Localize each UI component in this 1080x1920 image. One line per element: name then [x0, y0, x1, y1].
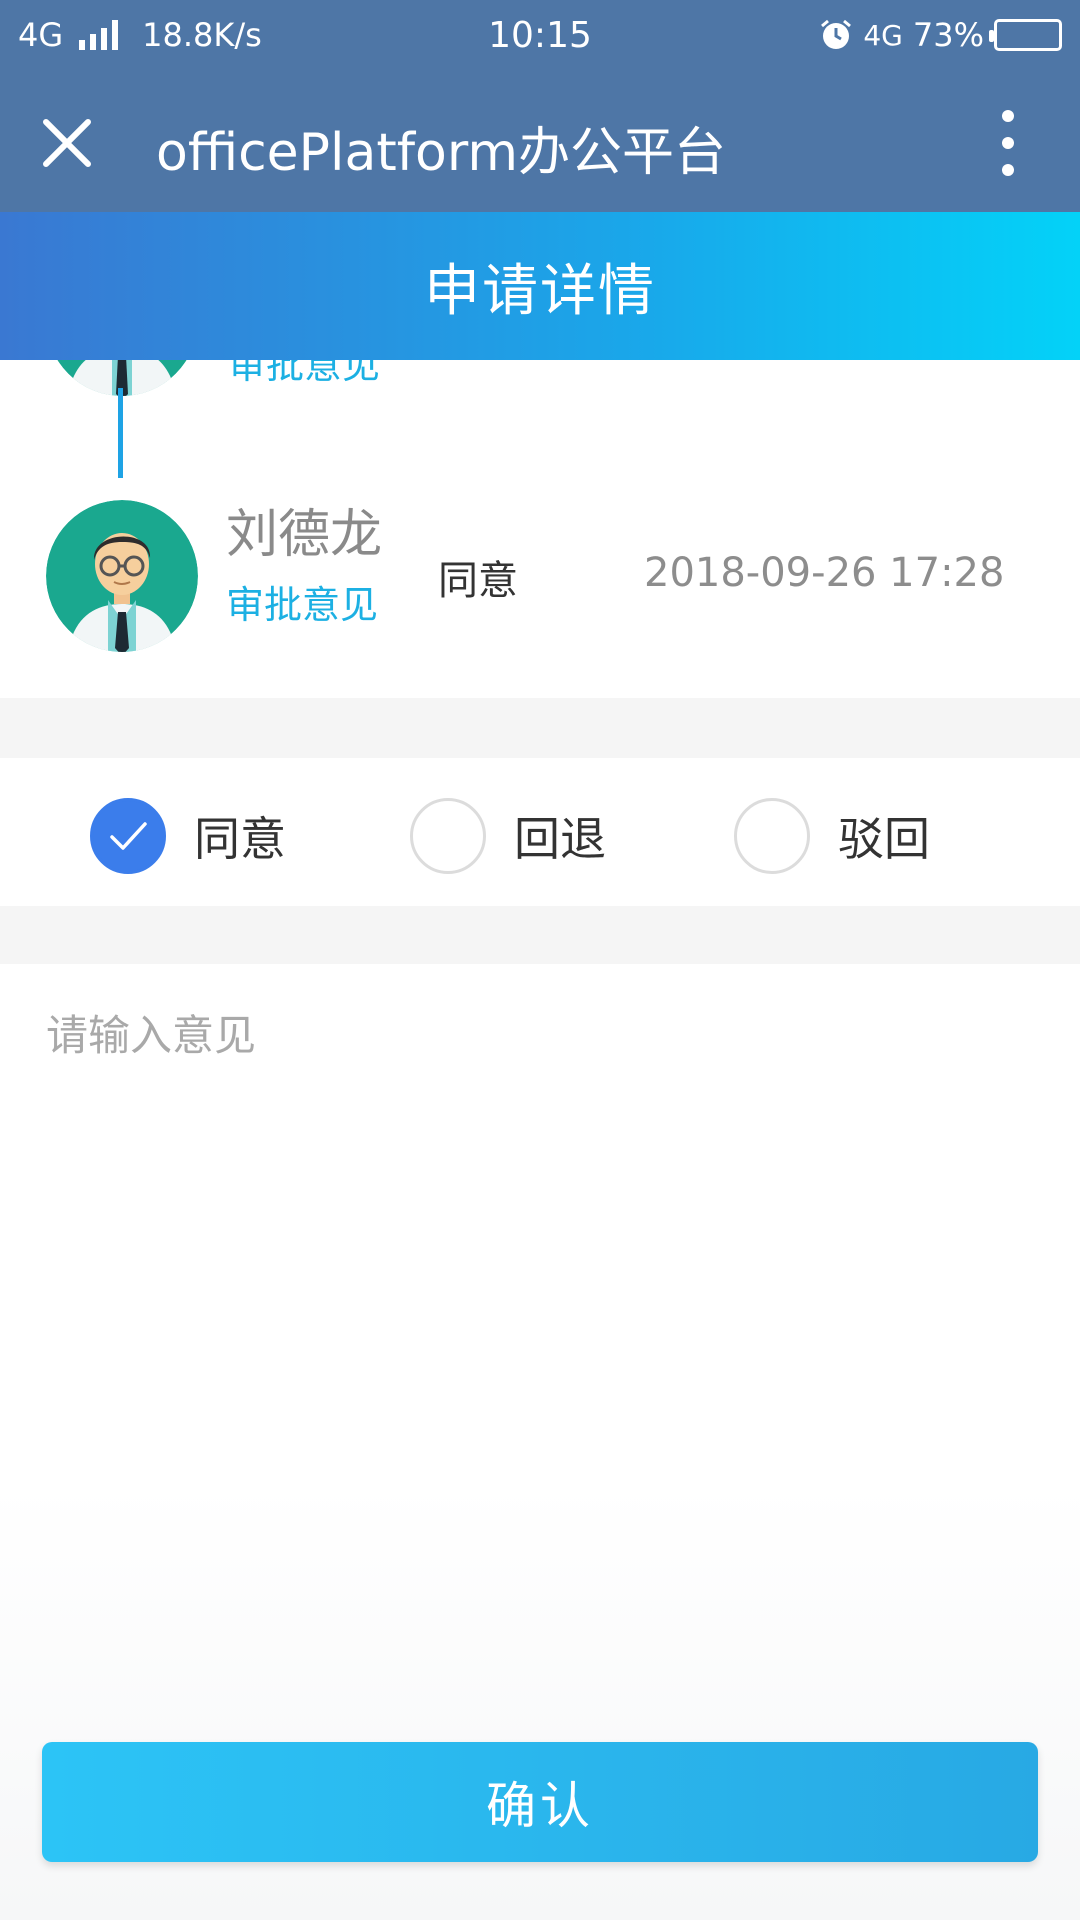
radio-unchecked-icon[interactable] — [734, 798, 810, 874]
battery-percent: 73% — [912, 16, 984, 54]
status-right: 4G 73% — [819, 16, 1062, 54]
network-speed: 18.8K/s — [142, 16, 262, 54]
avatar — [46, 500, 198, 652]
status-left: 4G 18.8K/s — [18, 16, 262, 54]
status-bar: 4G 18.8K/s 10:15 4G 73% — [0, 0, 1080, 70]
more-dot-icon — [1002, 164, 1014, 176]
page-title: 申请详情 — [424, 258, 656, 324]
comment-section — [0, 964, 1080, 1484]
battery-icon — [989, 19, 1062, 51]
radio-unchecked-icon[interactable] — [410, 798, 486, 874]
approval-opinion-value: 同意 — [438, 558, 518, 604]
close-icon — [43, 119, 91, 167]
approver-name: 刘德龙 — [226, 505, 383, 565]
checkmark-icon — [110, 822, 147, 850]
radio-return[interactable]: 回退 — [410, 798, 606, 874]
network-type: 4G — [18, 16, 64, 54]
approval-timestamp: 2018-09-26 17:28 — [644, 550, 1005, 596]
page-header: 申请详情 — [0, 212, 1080, 360]
alarm-icon — [821, 19, 852, 49]
radio-checked-icon[interactable] — [90, 798, 166, 874]
more-options-button[interactable] — [996, 110, 1020, 176]
decision-options: 同意 回退 驳回 — [0, 758, 1080, 906]
approval-opinion-label: 审批意见 — [226, 583, 379, 627]
network-type-2: 4G — [863, 18, 903, 52]
radio-reject-label: 驳回 — [838, 812, 930, 866]
radio-agree[interactable]: 同意 — [90, 798, 286, 874]
doctor-avatar-icon — [46, 500, 198, 652]
more-dot-icon — [1002, 137, 1014, 149]
radio-agree-label: 同意 — [194, 812, 286, 866]
radio-reject[interactable]: 驳回 — [734, 798, 930, 874]
confirm-button[interactable]: 确认 — [42, 1742, 1038, 1862]
comment-input[interactable] — [44, 1000, 1034, 1440]
close-button[interactable] — [42, 118, 92, 168]
timeline-connector — [118, 388, 123, 478]
signal-icon — [79, 20, 119, 50]
previous-approval-label: 审批意见 — [228, 360, 381, 387]
app-bar: officePlatform办公平台 — [0, 70, 1080, 212]
app-title: officePlatform办公平台 — [156, 123, 726, 183]
section-divider — [0, 698, 1080, 758]
more-dot-icon — [1002, 110, 1014, 122]
section-divider — [0, 906, 1080, 964]
radio-return-label: 回退 — [514, 812, 606, 866]
approval-timeline[interactable]: 审批意见 刘德龙 审批意见 同意 2018-09-26 17:28 — [0, 360, 1080, 698]
